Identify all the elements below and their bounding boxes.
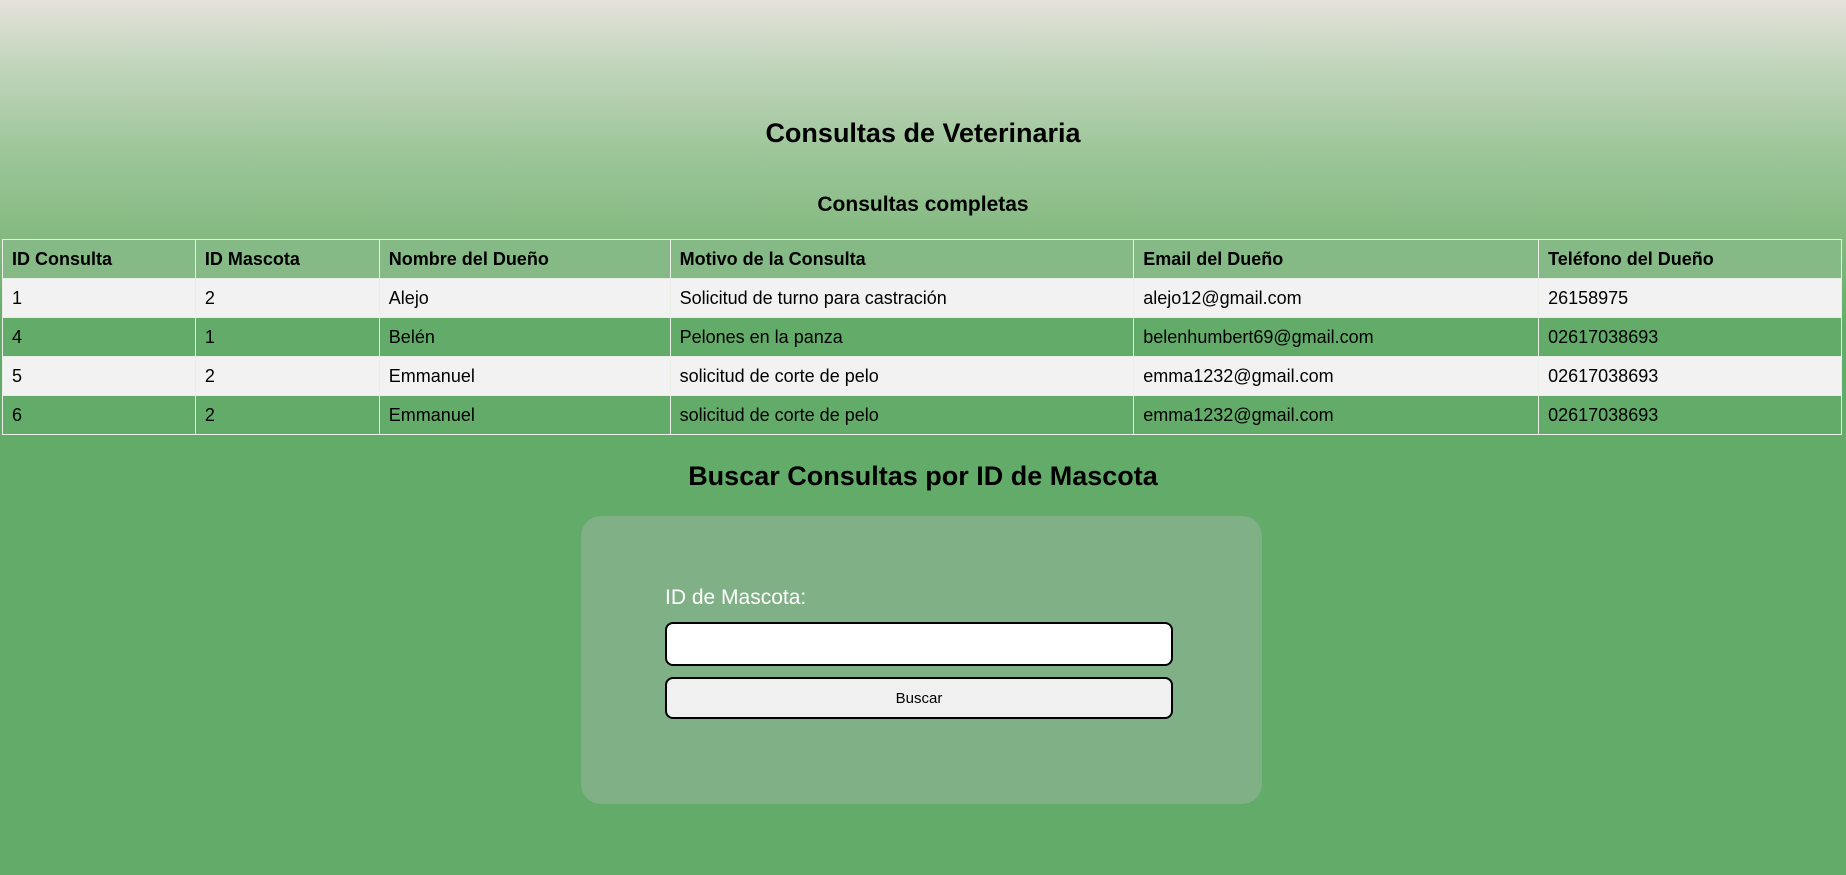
cell-motivo: Solicitud de turno para castración bbox=[669, 278, 1135, 318]
cell-nombre-dueno: Alejo bbox=[378, 278, 671, 318]
cell-telefono: 02617038693 bbox=[1538, 317, 1842, 357]
table-row: 6 2 Emmanuel solicitud de corte de pelo … bbox=[2, 395, 1842, 435]
cell-telefono: 02617038693 bbox=[1538, 395, 1842, 435]
cell-nombre-dueno: Emmanuel bbox=[378, 356, 671, 396]
cell-telefono: 02617038693 bbox=[1538, 356, 1842, 396]
cell-id-consulta: 6 bbox=[2, 395, 196, 435]
table-row: 5 2 Emmanuel solicitud de corte de pelo … bbox=[2, 356, 1842, 396]
column-header-motivo: Motivo de la Consulta bbox=[669, 239, 1135, 279]
cell-email: belenhumbert69@gmail.com bbox=[1133, 317, 1540, 357]
cell-id-mascota: 2 bbox=[194, 356, 380, 396]
cell-id-consulta: 1 bbox=[2, 278, 196, 318]
column-header-nombre-dueno: Nombre del Dueño bbox=[378, 239, 671, 279]
cell-email: emma1232@gmail.com bbox=[1133, 356, 1540, 396]
id-mascota-label: ID de Mascota: bbox=[665, 586, 807, 609]
cell-motivo: solicitud de corte de pelo bbox=[669, 395, 1135, 435]
cell-motivo: Pelones en la panza bbox=[669, 317, 1135, 357]
column-header-telefono: Teléfono del Dueño bbox=[1538, 239, 1842, 279]
search-form: ID de Mascota: Buscar bbox=[581, 516, 1262, 804]
buscar-button[interactable]: Buscar bbox=[665, 677, 1173, 719]
table-row: 1 2 Alejo Solicitud de turno para castra… bbox=[2, 278, 1842, 318]
cell-email: emma1232@gmail.com bbox=[1133, 395, 1540, 435]
cell-nombre-dueno: Belén bbox=[378, 317, 671, 357]
cell-telefono: 26158975 bbox=[1538, 278, 1842, 318]
search-title: Buscar Consultas por ID de Mascota bbox=[688, 461, 1158, 491]
column-header-id-consulta: ID Consulta bbox=[2, 239, 196, 279]
cell-id-mascota: 2 bbox=[194, 278, 380, 318]
cell-id-consulta: 5 bbox=[2, 356, 196, 396]
cell-id-mascota: 2 bbox=[194, 395, 380, 435]
table-row: 4 1 Belén Pelones en la panza belenhumbe… bbox=[2, 317, 1842, 357]
cell-id-consulta: 4 bbox=[2, 317, 196, 357]
cell-id-mascota: 1 bbox=[194, 317, 380, 357]
cell-motivo: solicitud de corte de pelo bbox=[669, 356, 1135, 396]
cell-email: alejo12@gmail.com bbox=[1133, 278, 1540, 318]
column-header-email: Email del Dueño bbox=[1133, 239, 1540, 279]
id-mascota-input[interactable] bbox=[665, 622, 1173, 666]
page-title: Consultas de Veterinaria bbox=[765, 118, 1081, 148]
consultas-table: ID Consulta ID Mascota Nombre del Dueño … bbox=[2, 239, 1842, 435]
section-title: Consultas completas bbox=[817, 193, 1029, 216]
column-header-id-mascota: ID Mascota bbox=[194, 239, 380, 279]
table-header-row: ID Consulta ID Mascota Nombre del Dueño … bbox=[2, 239, 1842, 279]
cell-nombre-dueno: Emmanuel bbox=[378, 395, 671, 435]
